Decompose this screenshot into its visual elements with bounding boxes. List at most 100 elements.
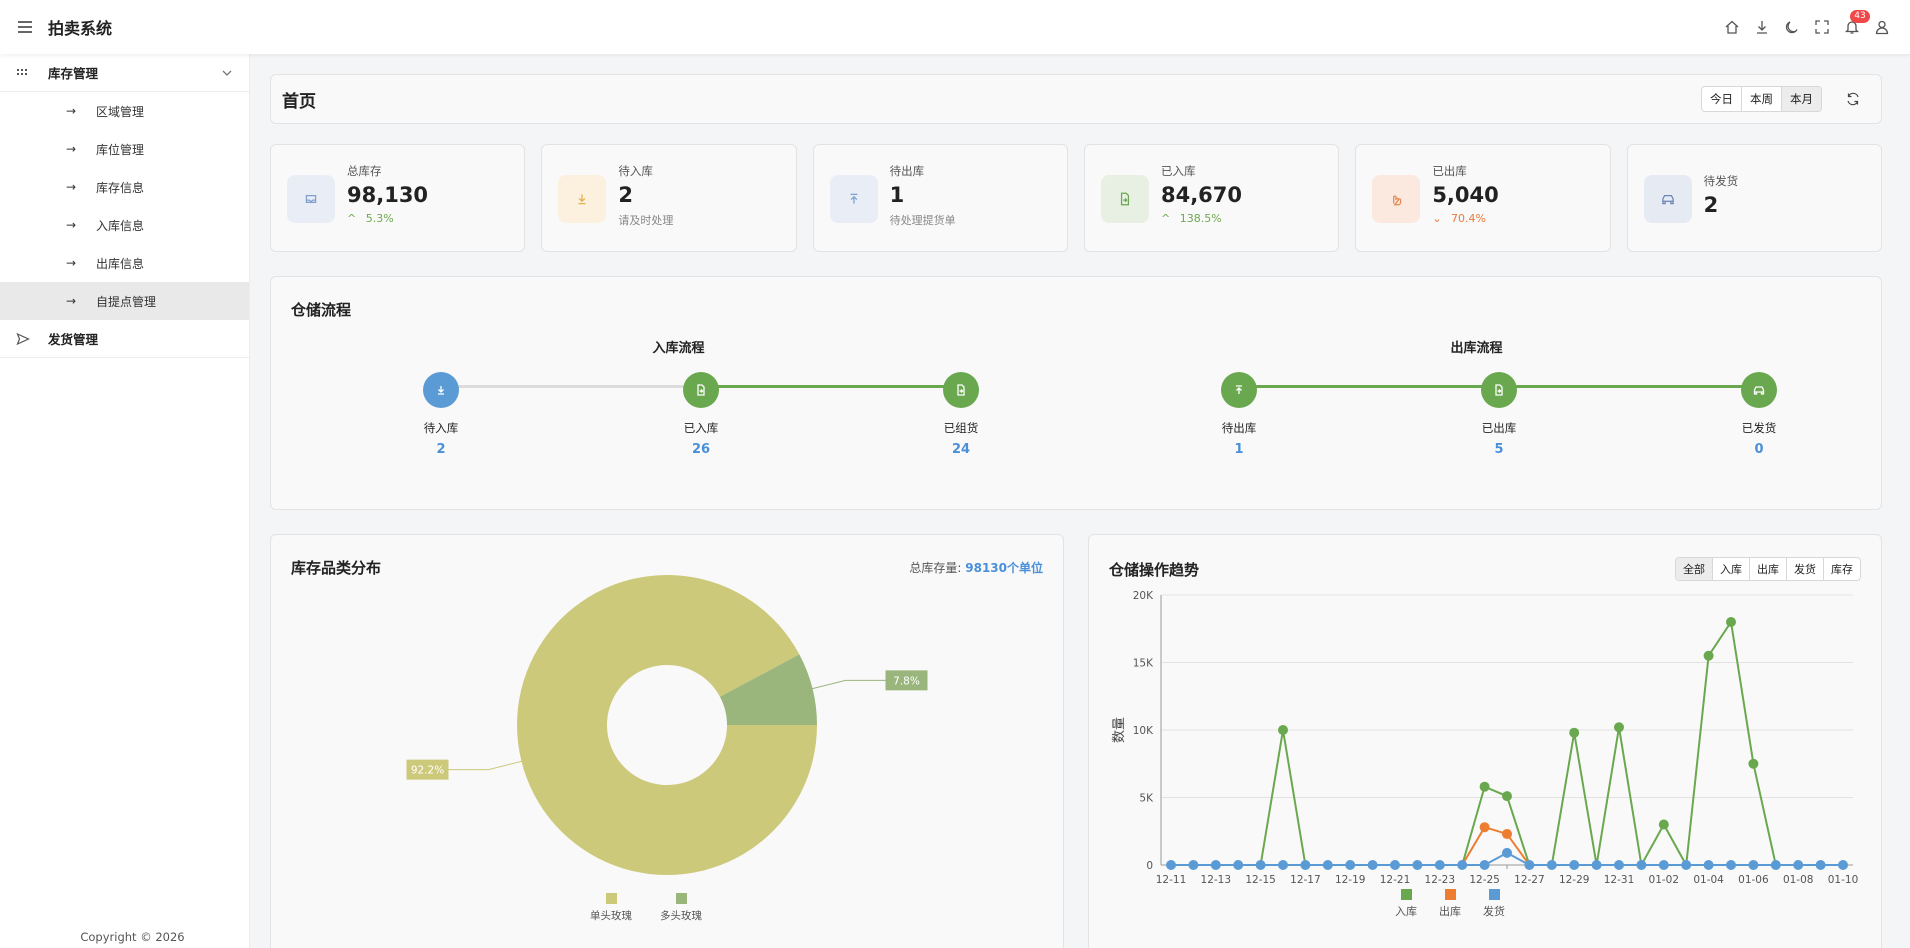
range-tab-1[interactable]: 本周 [1742,87,1782,111]
nav-group-inventory[interactable]: 库存管理 [0,54,249,92]
series-2-point[interactable] [1569,860,1580,870]
series-0-point[interactable] [1502,791,1512,802]
series-2-point[interactable] [1614,860,1624,870]
series-0-point[interactable] [1748,758,1759,769]
flow-step-circle [943,372,979,408]
send-icon [16,332,30,345]
series-2-point[interactable] [1815,860,1826,870]
inbox-icon [305,194,317,204]
series-2-point[interactable] [1412,860,1423,870]
flow-step-circle [1481,372,1517,408]
series-0-point[interactable] [1614,722,1624,733]
flow-step-circle [1221,372,1257,408]
series-2-point[interactable] [1390,860,1400,870]
stat-icon-box [558,175,607,223]
sidebar-item-2[interactable]: → 库存信息 [0,168,249,206]
series-2-point[interactable] [1546,860,1557,870]
series-2-point[interactable] [1748,860,1759,870]
series-2-point[interactable] [1210,860,1221,870]
series-0-point[interactable] [1658,819,1669,830]
stat-card-0: 总库存 98,130 ^ 5.3% [270,144,526,252]
series-2-point[interactable] [1770,860,1781,870]
series-2-point[interactable] [1838,860,1848,870]
stat-body: 已入库 84,670 ^ 138.5% [1161,163,1242,233]
sidebar-item-label: 库存信息 [96,180,145,195]
inbound-flow-title: 入库流程 [652,341,705,356]
legend-swatch-2[interactable] [1489,889,1500,900]
series-2-point[interactable] [1726,860,1736,870]
series-2-point[interactable] [1278,860,1288,870]
x-tick-label: 12-27 [1514,874,1545,886]
x-tick-label: 12-19 [1335,874,1366,886]
range-tab-0[interactable]: 今日 [1702,87,1742,111]
series-0-point[interactable] [1703,650,1714,661]
series-2-point[interactable] [1591,860,1602,870]
series-2-point[interactable] [1166,860,1176,870]
sidebar-item-label: 出库信息 [96,256,145,271]
nav-group-shipping[interactable]: 发货管理 [0,320,249,358]
stat-sub: ^ 5.3% [347,212,428,225]
sidebar-item-3[interactable]: → 入库信息 [0,206,249,244]
stat-value: 2 [1703,193,1719,217]
chevron-up-icon: ^ [1160,212,1174,225]
series-2-point[interactable] [1479,860,1490,870]
hamburger-menu-icon[interactable] [16,18,34,36]
stat-card-5: 待发货 2 [1626,144,1882,252]
range-tab-2[interactable]: 本月 [1782,87,1821,111]
moon-icon[interactable] [1784,19,1800,35]
total-inventory-meta: 总库存量: 98130个单位 [909,559,1043,576]
stat-icon-box [829,175,878,223]
stat-icon-box [1100,175,1149,223]
notification-button[interactable]: 43 [1844,10,1870,35]
legend-swatch-0[interactable] [1401,889,1412,900]
series-2-point[interactable] [1457,860,1468,870]
legend-swatch-0[interactable] [606,893,617,904]
sidebar-item-1[interactable]: → 库位管理 [0,130,249,168]
series-2-point[interactable] [1367,860,1378,870]
series-2-point[interactable] [1188,860,1199,870]
stat-value: 98,130 [347,183,429,207]
series-2-point[interactable] [1524,860,1535,870]
series-1-point[interactable] [1502,828,1512,839]
series-2-point[interactable] [1658,860,1669,870]
series-2-point[interactable] [1681,860,1692,870]
stat-value: 1 [889,183,905,207]
series-2-point[interactable] [1434,860,1445,870]
series-2-point[interactable] [1345,860,1356,870]
series-2-point[interactable] [1502,847,1512,858]
series-2-point[interactable] [1255,860,1266,870]
nav-group-label: 库存管理 [48,66,99,81]
series-2-point[interactable] [1322,860,1333,870]
series-0-point[interactable] [1479,781,1490,792]
series-1-point[interactable] [1479,822,1490,833]
stat-label: 总库存 [347,164,382,178]
x-tick-label: 12-11 [1156,874,1187,886]
page-title: 首页 [282,91,316,112]
user-icon[interactable] [1874,19,1890,35]
sidebar-item-0[interactable]: → 区域管理 [0,92,249,130]
fullscreen-icon[interactable] [1814,19,1830,35]
legend-swatch-1[interactable] [1445,889,1456,900]
series-0-point[interactable] [1726,617,1736,627]
home-icon[interactable] [1724,19,1740,35]
series-0-point[interactable] [1278,725,1288,735]
sidebar-item-5[interactable]: → 自提点管理 [0,282,249,320]
flow-step-value: 2 [436,442,446,457]
chart-row: 库存品类分布 总库存量: 98130个单位 92.2% 7.8% 单头玫瑰 多头玫瑰 … [270,534,1882,948]
sidebar-item-4[interactable]: → 出库信息 [0,244,249,282]
refresh-icon[interactable] [1846,92,1860,106]
series-0-point[interactable] [1569,727,1580,738]
sidebar-item-label: 库位管理 [96,142,145,157]
series-2-point[interactable] [1703,860,1714,870]
series-2-point[interactable] [1300,860,1311,870]
legend-swatch-1[interactable] [676,893,687,904]
inbound-flow: 入库流程 待入库 2 已入库 26 已组货 24 [291,337,1066,477]
series-2-point[interactable] [1233,860,1244,870]
flow-step-circle [683,372,719,408]
download-icon[interactable] [1754,19,1770,35]
nav-group-label: 发货管理 [48,332,99,347]
series-2-point[interactable] [1793,860,1804,870]
flow-step-label: 已出库 [1481,421,1517,435]
series-2-point[interactable] [1636,860,1647,870]
sidebar-item-label: 自提点管理 [96,294,157,309]
